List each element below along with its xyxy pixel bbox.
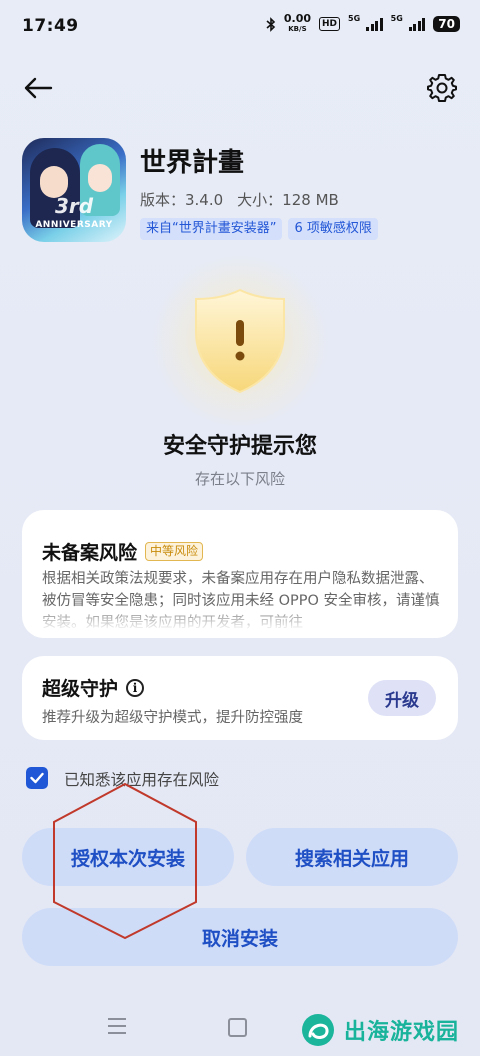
app-size: 大小：128 MB bbox=[237, 191, 339, 209]
sim1-label: 5G bbox=[348, 13, 361, 23]
arrow-left-icon bbox=[24, 77, 53, 99]
acknowledge-label[interactable]: 已知悉该应用存在风险 bbox=[64, 768, 219, 790]
warning-subtitle: 存在以下风险 bbox=[194, 470, 285, 488]
status-icons: 0.00 KB/S HD 5G 5G 70 bbox=[266, 12, 460, 34]
checkmark-icon bbox=[30, 772, 44, 784]
settings-button[interactable] bbox=[424, 70, 460, 106]
guard-card: 超级守护 i 推荐升级为超级守护模式，提升防控强度 升级 bbox=[22, 656, 458, 740]
app-icon-anniversary: ANNIVERSARY bbox=[35, 220, 113, 230]
signal-icon bbox=[366, 17, 383, 31]
watermark-logo-icon bbox=[302, 1014, 334, 1046]
shield-warning-icon bbox=[195, 288, 285, 394]
acknowledge-checkbox[interactable] bbox=[26, 767, 48, 789]
status-time: 17:49 bbox=[22, 16, 79, 36]
guard-title: 超级守护 i bbox=[42, 674, 145, 701]
source-tag[interactable]: 来自“世界計畫安装器” bbox=[140, 218, 283, 240]
risk-level-badge: 中等风险 bbox=[145, 542, 204, 561]
net-speed: 0.00 KB/S bbox=[283, 12, 311, 33]
cancel-install-button[interactable]: 取消安装 bbox=[22, 908, 458, 966]
signal-icon bbox=[408, 17, 426, 31]
watermark: 出海游戏园 bbox=[300, 1004, 480, 1056]
gear-icon bbox=[427, 74, 457, 102]
permissions-tag[interactable]: 6 项敏感权限 bbox=[288, 218, 378, 240]
app-name: 世界計畫 bbox=[140, 148, 245, 178]
back-button[interactable] bbox=[20, 70, 56, 106]
hd-badge: HD bbox=[319, 17, 341, 31]
app-icon: 3rd ANNIVERSARY bbox=[22, 138, 126, 242]
risk-card[interactable]: 未备案风险 中等风险 根据相关政策法规要求，未备案应用存在用户隐私数据泄露、被仿… bbox=[22, 510, 458, 638]
app-version: 版本：3.4.0 bbox=[140, 191, 224, 209]
guard-description: 推荐升级为超级守护模式，提升防控强度 bbox=[42, 710, 303, 726]
nav-menu-button[interactable] bbox=[108, 1018, 126, 1034]
upgrade-button[interactable]: 升级 bbox=[368, 680, 436, 716]
risk-title: 未备案风险 中等风险 bbox=[42, 538, 204, 565]
nav-home-button[interactable] bbox=[228, 1018, 247, 1037]
app-tags: 来自“世界計畫安装器” 6 项敏感权限 bbox=[140, 218, 378, 240]
app-icon-number: 3rd bbox=[54, 194, 94, 218]
bluetooth-icon bbox=[266, 16, 276, 32]
search-related-apps-button[interactable]: 搜索相关应用 bbox=[246, 828, 458, 886]
info-icon[interactable]: i bbox=[126, 678, 145, 697]
authorize-install-button[interactable]: 授权本次安装 bbox=[22, 828, 234, 886]
watermark-text: 出海游戏园 bbox=[344, 1020, 460, 1045]
risk-fade bbox=[22, 604, 458, 638]
app-meta: 版本：3.4.0 大小：128 MB bbox=[140, 189, 339, 210]
warning-title: 安全守护提示您 bbox=[162, 434, 317, 459]
sim2-label: 5G bbox=[390, 13, 403, 23]
battery-indicator: 70 bbox=[433, 16, 460, 32]
